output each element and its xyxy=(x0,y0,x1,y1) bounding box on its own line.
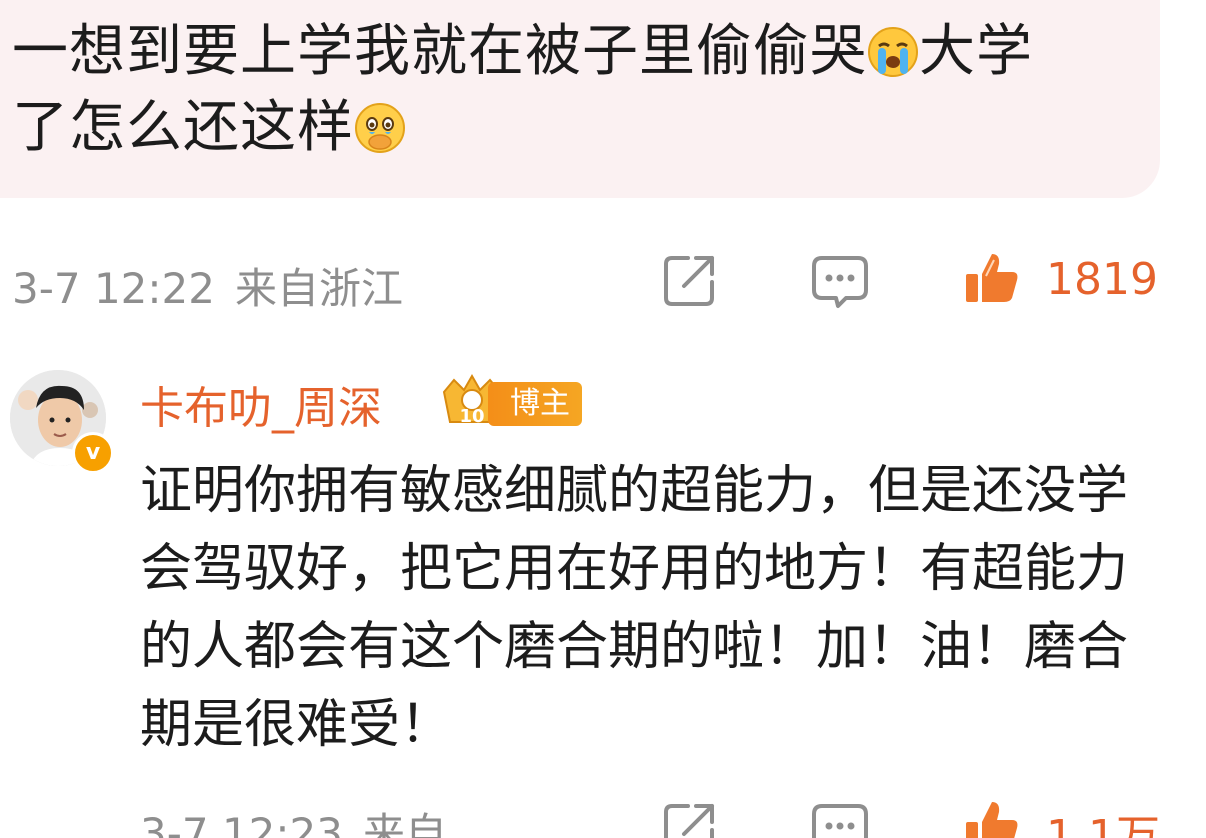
reply-location: 来自 xyxy=(363,809,448,838)
comment-like-count: 1819 xyxy=(1046,254,1158,305)
reply-thumbs-up-icon[interactable] xyxy=(962,796,1022,838)
crying-face-emoji-icon xyxy=(868,27,918,77)
comment-icon[interactable] xyxy=(810,252,870,312)
comment-time: 3-7 12:22 xyxy=(12,264,215,313)
reply-text: 证明你拥有敏感细腻的超能力，但是还没学会驾驭好，把它用在好用的地方！有超能力的人… xyxy=(140,461,1129,755)
comment-text: 一想到要上学我就在被子里偷偷哭 大学了怎么还这样 xyxy=(12,14,1132,166)
comment-meta: 3-7 12:22 来自浙江 xyxy=(12,255,403,316)
reply-comment-icon[interactable] xyxy=(810,800,870,838)
reply-meta: 3-7 12:23 来自 xyxy=(140,800,447,838)
reply-username[interactable]: 卡布叻_周深 xyxy=(140,372,382,436)
reply-share-icon[interactable] xyxy=(660,798,720,838)
comment-text-part1: 一想到要上学我就在被子里偷偷哭 xyxy=(12,19,867,84)
badge-level: 10 xyxy=(459,406,484,427)
weibo-comment-page: 一想到要上学我就在被子里偷偷哭 大学了怎么还这样 3-7 12:22 来自浙江 xyxy=(0,0,1206,838)
comment-location: 来自浙江 xyxy=(235,264,404,313)
comment-text-part2: 大学 xyxy=(919,19,1033,84)
verified-badge-icon: v xyxy=(72,432,114,474)
face-holding-back-tears-emoji-icon xyxy=(355,103,405,153)
share-icon[interactable] xyxy=(660,250,720,310)
comment-text-line2: 了怎么还这样 xyxy=(12,95,354,160)
reply-like-count: 1.1万 xyxy=(1046,811,1160,838)
reply-time: 3-7 12:23 xyxy=(140,809,343,838)
thumbs-up-icon[interactable] xyxy=(962,248,1022,308)
blogger-badge: 博主 xyxy=(488,382,582,426)
